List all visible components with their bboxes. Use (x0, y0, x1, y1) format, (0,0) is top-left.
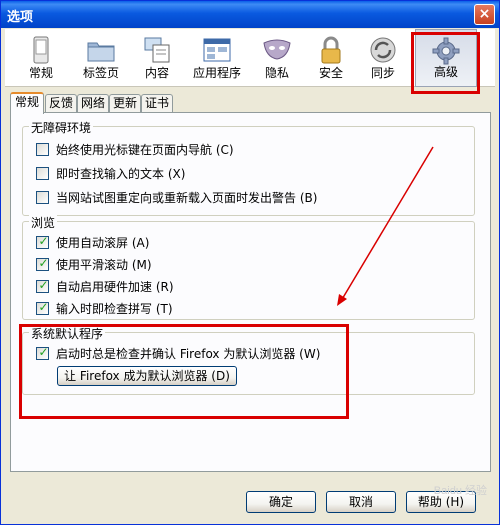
checkmark-icon: ✓ (38, 256, 49, 270)
group-accessibility: 无障碍环境 始终使用光标键在页面内导航 (C) 即时查找输入的文本 (X) 当网… (22, 119, 475, 216)
cancel-button[interactable]: 取消 (326, 491, 396, 513)
toolbar-label: 常规 (28, 66, 53, 80)
toolbar-label: 安全 (318, 66, 343, 80)
option-label: 始终使用光标键在页面内导航 (C) (56, 143, 234, 157)
option-label: 使用自动滚屏 (A) (56, 236, 150, 250)
toolbar-general[interactable]: 常规 (19, 29, 63, 87)
toolbar-applications[interactable]: 应用程序 (185, 29, 249, 87)
toolbar-label: 同步 (370, 66, 395, 80)
group-browsing: 浏览 ✓ 使用自动滚屏 (A) ✓ 使用平滑滚动 (M) ✓ 自动启用硬件加速 … (22, 214, 475, 320)
options-window: 选项 × 常规 标签页 内容 应用程序 隐私 安全 同步 高级 常规 反馈 网络… (0, 0, 500, 525)
annotation-highlight-system-defaults (19, 324, 349, 419)
window-icon (203, 38, 231, 62)
tab-network[interactable]: 网络 (77, 94, 109, 113)
toolbar-label: 标签页 (82, 66, 119, 80)
checkmark-icon: ✓ (38, 234, 49, 248)
option-label: 当网站试图重定向或重新载入页面时发出警告 (B) (56, 191, 318, 205)
sync-icon (370, 37, 396, 63)
group-title: 浏览 (29, 214, 58, 231)
toolbar-content[interactable]: 内容 (135, 29, 179, 87)
option-label: 即时查找输入的文本 (X) (56, 167, 186, 181)
content-icon (144, 37, 170, 63)
checkbox[interactable]: ✓ (36, 234, 49, 249)
annotation-highlight-advanced (411, 32, 480, 94)
checkmark-icon: ✓ (38, 278, 49, 292)
folder-icon (87, 42, 115, 62)
option-label: 自动启用硬件加速 (R) (56, 280, 174, 294)
toolbar-label: 应用程序 (192, 66, 241, 80)
option-label: 输入时即检查拼写 (T) (56, 302, 173, 316)
toolbar-tabs[interactable]: 标签页 (73, 29, 129, 87)
phone-icon (33, 36, 49, 64)
tab-general[interactable]: 常规 (10, 92, 44, 114)
checkbox[interactable]: ✓ (36, 256, 49, 271)
title-bar: 选项 × (1, 1, 499, 28)
toolbar-privacy[interactable]: 隐私 (255, 29, 299, 87)
tab-certificates[interactable]: 证书 (141, 94, 173, 113)
toolbar-sync[interactable]: 同步 (361, 29, 405, 87)
tab-update[interactable]: 更新 (109, 94, 141, 113)
checkbox[interactable] (36, 191, 49, 204)
toolbar-security[interactable]: 安全 (309, 29, 353, 87)
mask-icon (263, 39, 291, 60)
checkbox[interactable]: ✓ (36, 300, 49, 315)
toolbar-label: 隐私 (264, 66, 289, 80)
watermark: Baidu 经验 (433, 485, 487, 497)
ok-button[interactable]: 确定 (246, 491, 316, 513)
checkbox[interactable] (36, 143, 49, 156)
toolbar-label: 内容 (144, 66, 169, 80)
tab-feedback[interactable]: 反馈 (45, 94, 77, 113)
option-label: 使用平滑滚动 (M) (56, 258, 152, 272)
checkmark-icon: ✓ (38, 300, 49, 314)
lock-icon (321, 36, 341, 64)
group-title: 无障碍环境 (29, 119, 94, 136)
close-button[interactable]: × (474, 4, 495, 25)
checkbox[interactable] (36, 167, 49, 180)
checkbox[interactable]: ✓ (36, 278, 49, 293)
window-title: 选项 (7, 9, 34, 24)
